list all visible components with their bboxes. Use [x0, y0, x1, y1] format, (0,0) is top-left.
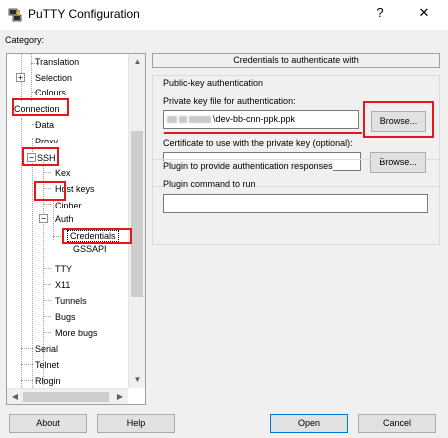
tree-item-gssapi[interactable]: GSSAPI — [73, 243, 107, 252]
annotation-box-credentials — [62, 228, 132, 244]
tree-item-colours[interactable]: Colours — [35, 87, 66, 95]
tree-item-proxy[interactable]: Proxy — [35, 136, 58, 143]
tree-expander-selection[interactable]: + — [16, 73, 25, 82]
private-key-file-value: \dev-bb-cnn-ppk.ppk — [213, 114, 296, 124]
scroll-up-arrow-icon[interactable]: ▲ — [129, 54, 145, 70]
annotation-box-auth — [34, 181, 66, 201]
scroll-right-arrow-icon[interactable]: ▶ — [112, 389, 128, 404]
certificate-label: Certificate to use with the private key … — [163, 138, 353, 148]
about-button[interactable]: About — [9, 414, 87, 433]
annotation-underline-key-path — [164, 132, 362, 134]
help-title-button[interactable]: ? — [370, 5, 390, 20]
category-label: Category: — [5, 35, 45, 45]
tree-vertical-scroll-thumb[interactable] — [131, 131, 143, 297]
annotation-box-browse — [363, 101, 434, 138]
tree-horizontal-scrollbar[interactable]: ◀ ▶ — [7, 388, 128, 404]
panel-header: Credentials to authenticate with — [152, 53, 440, 68]
cancel-button[interactable]: Cancel — [358, 414, 436, 433]
private-key-label: Private key file for authentication: — [163, 96, 296, 106]
tree-item-auth[interactable]: Auth — [55, 213, 74, 223]
tree-expander-auth[interactable]: − — [39, 214, 48, 223]
tree-item-kex[interactable]: Kex — [55, 167, 71, 179]
open-button[interactable]: Open — [270, 414, 348, 433]
tree-vertical-scrollbar[interactable]: ▲ ▼ — [128, 54, 145, 388]
scroll-left-arrow-icon[interactable]: ◀ — [7, 389, 23, 404]
tree-item-data[interactable]: Data — [35, 119, 54, 131]
tree-item-rlogin[interactable]: Rlogin — [35, 375, 61, 387]
credentials-panel: Credentials to authenticate with Public-… — [152, 53, 440, 405]
tree-item-cipher[interactable]: Cipher — [55, 200, 82, 208]
tree-item-translation[interactable]: Translation — [35, 56, 79, 68]
title-bar: PuTTY Configuration ? ✕ — [0, 0, 448, 30]
plugin-command-label: Plugin command to run — [163, 179, 256, 189]
scroll-down-arrow-icon[interactable]: ▼ — [129, 372, 145, 388]
annotation-box-ssh — [22, 147, 59, 166]
annotation-box-connection — [12, 98, 69, 116]
tree-item-bugs[interactable]: Bugs — [55, 311, 76, 323]
putty-app-icon — [8, 8, 22, 22]
help-button[interactable]: Help — [97, 414, 175, 433]
pubkey-group-label: Public-key authentication — [163, 78, 264, 88]
window-title: PuTTY Configuration — [28, 7, 140, 21]
tree-item-selection[interactable]: Selection — [35, 72, 72, 84]
plugin-group-label: Plugin to provide authentication respons… — [163, 161, 333, 171]
private-key-file-input[interactable]: \dev-bb-cnn-ppk.ppk — [163, 110, 359, 129]
tree-item-tunnels[interactable]: Tunnels — [55, 295, 87, 307]
tree-item-more-bugs[interactable]: More bugs — [55, 327, 98, 339]
tree-item-serial[interactable]: Serial — [35, 343, 58, 355]
close-window-button[interactable]: ✕ — [414, 5, 434, 21]
tree-item-telnet[interactable]: Telnet — [35, 359, 59, 371]
tree-item-tty[interactable]: TTY — [55, 263, 72, 275]
tree-horizontal-scroll-thumb[interactable] — [23, 392, 109, 402]
tree-item-x11[interactable]: X11 — [55, 279, 70, 291]
plugin-command-input[interactable] — [163, 194, 428, 213]
